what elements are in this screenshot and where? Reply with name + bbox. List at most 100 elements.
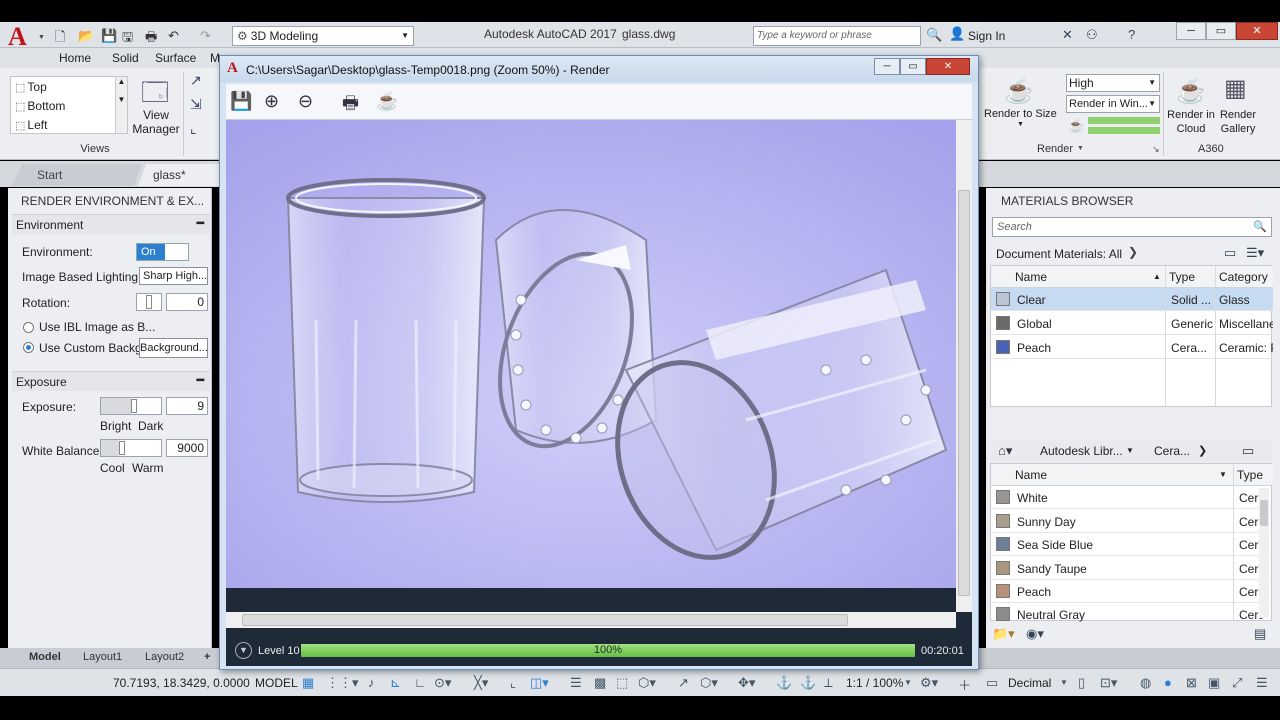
ortho-icon[interactable]: ∟ [414,675,427,690]
collapse-icon[interactable]: ━ [197,216,204,230]
undo-icon[interactable]: ↶ [168,28,179,44]
lineweight-icon[interactable]: ☰ [570,675,582,691]
tab-layout2[interactable]: Layout2 [145,651,184,663]
sort-down-icon[interactable]: ▼ [1219,470,1227,479]
exposure-section-header[interactable]: Exposure ━ [12,371,210,391]
folder-icon[interactable]: 📁▾ [992,626,1015,642]
dynamic-input-icon[interactable]: ⊾ [390,675,401,691]
chevron-down-icon[interactable]: ▼ [1077,145,1084,152]
ucs-icon[interactable]: ↗ [190,72,202,89]
render-window[interactable]: A C:\Users\Sagar\Desktop\glass-Temp0018.… [219,55,979,670]
transparency-icon[interactable]: ▩ [594,675,606,691]
polar-icon[interactable]: ⊙▾ [434,675,451,691]
render-section-label[interactable]: Render [1037,143,1073,155]
view-item-bottom[interactable]: ⬚ Bottom [15,99,65,113]
exposure-slider[interactable] [100,397,162,415]
tab-home[interactable]: Home [59,51,91,65]
isodraft-icon[interactable]: ╳▾ [474,675,488,691]
ibl-select[interactable]: Sharp High... [139,267,208,285]
document-materials-filter[interactable]: Document Materials: All [996,247,1122,261]
use-custom-radio[interactable] [23,342,34,353]
render-to-size-button[interactable]: Render to Size [984,108,1057,120]
ucs-world-icon[interactable]: ⇲ [190,96,202,113]
table-row[interactable]: Peach Cera... Ceramic: Po [991,336,1273,359]
column-name[interactable]: Name [1015,468,1047,482]
chevron-down-icon[interactable]: ▼ [1060,678,1068,687]
slider-thumb[interactable] [119,441,125,455]
maximize-button[interactable]: ▭ [900,58,926,75]
vertical-scrollbar[interactable] [956,120,972,612]
ucs-origin-icon[interactable]: ⌞ [190,120,197,137]
binoculars-icon[interactable]: 🔍 [926,27,942,43]
open-file-icon[interactable]: 📂 [78,28,94,44]
tab-surface[interactable]: Surface [155,51,196,65]
render-in-cloud-button[interactable]: Render in Cloud [1166,108,1216,136]
teapot-icon[interactable]: ☕ [1004,77,1034,106]
exposure-field[interactable]: 9 [166,397,208,415]
list-item[interactable]: Sandy Taupe Ceran [991,557,1273,580]
rotation-field[interactable]: 0 [166,293,208,311]
chevron-right-icon[interactable]: ❯ [1128,245,1138,259]
customize-icon[interactable]: ▣ [1208,675,1220,691]
use-ibl-radio[interactable] [23,322,34,333]
maximize-button[interactable]: ▭ [1206,22,1236,40]
save-icon[interactable]: 💾 [101,28,117,44]
selection-cycling-icon[interactable]: ⬚ [616,675,628,691]
close-button[interactable]: ✕ [1236,22,1278,40]
expand-icon[interactable]: ▼ [235,642,252,659]
selection-filter-icon[interactable]: ⬡▾ [700,675,718,691]
render-viewport[interactable] [226,120,972,642]
render-quality-select[interactable]: High ▼ [1066,74,1160,92]
use-custom-label[interactable]: Use Custom Backg... [39,341,152,355]
help-search-input[interactable]: Type a keyword or phrase [753,26,921,46]
chevron-right-icon[interactable]: ❯ [1198,444,1207,457]
help-icon[interactable]: ? [1128,27,1135,42]
column-type[interactable]: Type [1169,270,1195,284]
infer-icon[interactable]: ♪ [368,675,375,690]
new-file-icon[interactable]: 🗋 [55,28,65,50]
exchange-icon[interactable]: ✕ [1062,27,1073,43]
minimize-button[interactable]: ─ [874,58,900,75]
horizontal-scrollbar[interactable] [226,612,956,628]
list-item[interactable]: Sunny Day Ceran [991,510,1273,533]
quick-properties-icon[interactable]: ▭ [986,675,998,691]
isolate-icon[interactable]: ◍ [1140,675,1151,691]
gear-icon[interactable]: ⚙▾ [920,675,938,691]
tab-model[interactable]: Model [29,651,61,663]
app-menu-arrow-icon[interactable]: ▼ [38,34,45,41]
dialog-launcher-icon[interactable]: ↘ [1152,144,1160,155]
add-layout-button[interactable]: + [204,651,210,663]
cloud-render-icon[interactable]: ☕ [1176,77,1206,106]
create-material-icon[interactable]: ◉▾ [1026,626,1044,642]
chevron-down-icon[interactable]: ▼ [904,678,912,687]
scroll-thumb[interactable] [1260,500,1268,526]
search-icon[interactable]: 🔍 [1253,218,1267,236]
save-as-icon[interactable]: 🖫 [122,28,133,50]
model-space-button[interactable]: MODEL [255,676,298,690]
quick-props-icon[interactable]: ▯ [1078,675,1085,691]
library-crumb[interactable]: Autodesk Libr... [1040,444,1123,458]
annotation-scale-select[interactable]: 1:1 / 100% [846,676,903,690]
clean-screen-icon[interactable]: ⊠ [1186,675,1197,691]
lock-ui-icon[interactable]: ⊡▾ [1100,675,1117,691]
chevron-down-icon[interactable]: ▼ [1126,446,1134,455]
annotation-scale-icon[interactable]: ⟂ [824,675,833,691]
materials-search-input[interactable]: Search 🔍 [992,217,1272,237]
dynamic-ucs-icon[interactable]: ↗ [678,675,689,691]
sign-in-button[interactable]: Sign In [968,29,1005,43]
workspace-switcher[interactable]: ⚙ 3D Modeling ▼ [232,26,414,46]
render-gallery-button[interactable]: Render Gallery [1218,108,1258,136]
chevron-down-icon[interactable]: ▼ [1017,121,1024,128]
list-item[interactable]: Peach Ceran [991,580,1273,603]
zoom-in-icon[interactable]: ⊕ [264,91,279,112]
column-name[interactable]: Name [1015,270,1047,284]
grid-icon[interactable]: ▦ [302,675,314,691]
print-icon[interactable]: 🖶 [342,91,359,121]
library-crumb[interactable]: Cera... [1154,444,1190,458]
list-item[interactable]: White Ceran [991,486,1273,509]
auto-scale-icon[interactable]: ⚓ [800,675,816,691]
list-view-icon[interactable]: ☰▾ [1246,245,1264,261]
fullscreen-icon[interactable]: ⤢ [1232,675,1242,691]
redo-icon[interactable]: ↷ [200,28,211,44]
tab-layout1[interactable]: Layout1 [83,651,122,663]
